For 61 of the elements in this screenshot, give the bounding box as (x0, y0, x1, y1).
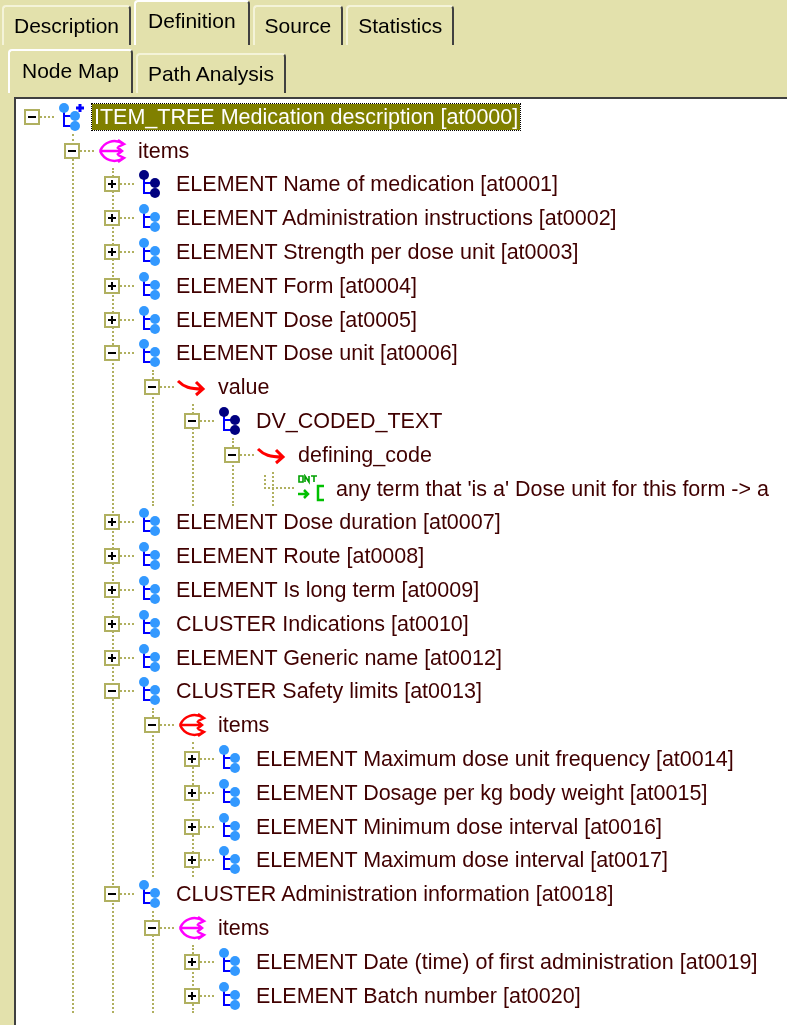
tree-node-label[interactable]: ELEMENT Maximum dose interval [at0017] (256, 847, 668, 874)
tab[interactable]: Source (252, 5, 344, 45)
tree-node-label[interactable]: any term that 'is a' Dose unit for this form -> a (336, 475, 769, 502)
tree-node-label[interactable]: DV_CODED_TEXT (256, 408, 443, 435)
tab[interactable]: Definition (134, 0, 250, 45)
expand-toggle[interactable] (104, 244, 120, 261)
expand-toggle[interactable] (104, 311, 120, 328)
expand-toggle[interactable] (184, 953, 200, 970)
collapse-toggle[interactable] (144, 920, 160, 936)
tree-node-label[interactable]: ELEMENT Dose unit [at0006] (176, 340, 458, 367)
expand-toggle[interactable] (184, 987, 200, 1004)
tree-node-label[interactable]: ELEMENT Form [at0004] (176, 272, 417, 299)
collapse-toggle[interactable] (104, 886, 120, 903)
tree-node-label[interactable]: items (218, 915, 270, 941)
tree-node-label[interactable]: ELEMENT Name of medication [at0001] (176, 171, 558, 198)
tree-node-label[interactable]: CLUSTER Indications [at0010] (176, 610, 469, 637)
tree-node-label[interactable]: ELEMENT Minimum dose interval [at0016] (256, 813, 662, 840)
collapse-toggle[interactable] (64, 142, 80, 159)
tree-node-label[interactable]: ELEMENT Dosage per kg body weight [at0015] (256, 779, 708, 806)
tree-node-label[interactable]: CLUSTER Safety limits [at0013] (176, 678, 482, 705)
tree-node-label[interactable]: ELEMENT Dose [at0005] (176, 306, 417, 333)
collapse-toggle[interactable] (24, 108, 40, 125)
expand-toggle[interactable] (104, 582, 120, 599)
tree-node-label[interactable]: items (218, 712, 270, 739)
collapse-toggle[interactable] (184, 413, 200, 430)
expand-toggle[interactable] (104, 649, 120, 666)
tree-node-label[interactable]: ELEMENT Is long term [at0009] (176, 577, 480, 604)
expand-toggle[interactable] (184, 784, 200, 801)
expand-toggle[interactable] (104, 514, 120, 531)
tree-node-label[interactable]: ELEMENT Date (time) of first administration [at0019] (256, 948, 758, 975)
tab[interactable]: Path Analysis (135, 53, 286, 93)
tree-node-label[interactable]: ELEMENT Administration instructions [at0002] (176, 205, 617, 232)
tree-node-label[interactable]: ELEMENT Generic name [at0012] (176, 644, 502, 671)
collapse-toggle[interactable] (144, 379, 160, 396)
tree-node-label[interactable]: ELEMENT Maximum dose unit frequency [at0014] (256, 746, 734, 773)
collapse-toggle[interactable] (144, 717, 160, 734)
tree-node-label[interactable]: ELEMENT Dose duration [at0007] (176, 509, 501, 536)
expand-toggle[interactable] (184, 751, 200, 768)
collapse-toggle[interactable] (104, 683, 120, 700)
tree-node-label[interactable]: value (218, 374, 270, 401)
expand-toggle[interactable] (104, 176, 120, 193)
tree-node-label[interactable]: items (138, 137, 190, 164)
arrow-icon (176, 377, 208, 398)
ontology-term-icon (296, 473, 326, 504)
tree-node-label[interactable]: CLUSTER Administration information [at0018] (176, 881, 614, 908)
tree-node-label[interactable]: ELEMENT Batch number [at0020] (256, 982, 581, 1009)
expand-toggle[interactable] (104, 277, 120, 294)
expand-toggle[interactable] (104, 615, 120, 632)
collapse-toggle[interactable] (104, 345, 120, 362)
expand-toggle[interactable] (104, 548, 120, 565)
tab[interactable]: Node Map (8, 49, 133, 93)
tab[interactable]: Description (2, 5, 132, 45)
collapse-toggle[interactable] (224, 446, 240, 463)
tree-node-label[interactable]: ELEMENT Strength per dose unit [at0003] (176, 239, 579, 266)
expand-toggle[interactable] (184, 852, 200, 869)
expand-toggle[interactable] (104, 210, 120, 227)
tree-node-label[interactable]: ITEM_TREE Medication description [at0000] (92, 103, 521, 130)
tree-node-label[interactable]: ELEMENT Route [at0008] (176, 543, 425, 570)
tree-node-label[interactable]: defining_code (298, 441, 432, 468)
expand-toggle[interactable] (184, 818, 200, 835)
tab[interactable]: Statistics (346, 5, 455, 45)
